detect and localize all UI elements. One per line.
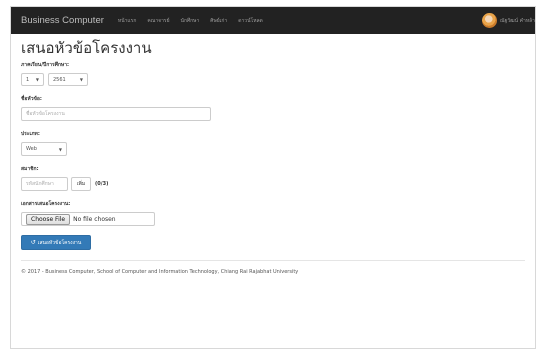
- footer-divider: [21, 260, 525, 261]
- topic-placeholder: ชื่อหัวข้อโครงงาน: [26, 111, 65, 117]
- type-select[interactable]: Web ▼: [21, 142, 67, 156]
- user-menu[interactable]: ณัฐวัฒน์ คำหล้า: [481, 7, 535, 34]
- type-label: ประเภท:: [21, 131, 40, 137]
- member-id-placeholder: รหัสนักศึกษา: [26, 181, 54, 187]
- chevron-down-icon: ▼: [58, 146, 62, 152]
- page-title: เสนอหัวข้อโครงงาน: [21, 39, 152, 57]
- year-value: 2561: [53, 76, 66, 83]
- avatar: [481, 13, 497, 28]
- top-navbar: Business Computer หน้าแรก คณาจารย์ นักศึ…: [11, 7, 535, 34]
- document-label: เอกสารเสนอโครงงาน:: [21, 201, 71, 207]
- year-select[interactable]: 2561 ▼: [48, 73, 88, 86]
- topic-input[interactable]: ชื่อหัวข้อโครงงาน: [21, 107, 211, 121]
- nav-link-alumni[interactable]: ศิษย์เก่า: [210, 17, 227, 25]
- choose-file-button[interactable]: Choose File: [26, 213, 71, 225]
- semester-label: ภาคเรียน/ปีการศึกษา:: [21, 62, 70, 68]
- nav-link-students[interactable]: นักศึกษา: [181, 17, 200, 25]
- members-label: สมาชิก:: [21, 166, 39, 172]
- nav-link-home[interactable]: หน้าแรก: [118, 17, 136, 25]
- nav-link-download[interactable]: ดาวน์โหลด: [238, 17, 263, 25]
- file-status: No file chosen: [73, 215, 116, 223]
- submit-icon: ↺: [30, 239, 36, 246]
- chevron-down-icon: ▼: [35, 77, 39, 82]
- submit-proposal-button[interactable]: ↺ เสนอหัวข้อโครงงาน: [21, 235, 91, 250]
- member-id-input[interactable]: รหัสนักศึกษา: [21, 177, 68, 191]
- member-count: (0/3): [95, 181, 109, 187]
- semester-select[interactable]: 1 ▼: [21, 73, 44, 86]
- main-content: เสนอหัวข้อโครงงาน ภาคเรียน/ปีการศึกษา: 1…: [21, 38, 525, 250]
- footer-text: © 2017 - Business Computer, School of Co…: [21, 269, 299, 275]
- chevron-down-icon: ▼: [79, 77, 83, 82]
- nav-link-faculty[interactable]: คณาจารย์: [147, 17, 169, 25]
- semester-value: 1: [26, 76, 30, 83]
- navbar-brand[interactable]: Business Computer: [21, 15, 104, 26]
- file-input[interactable]: Choose File No file chosen: [21, 212, 155, 226]
- browser-viewport: Business Computer หน้าแรก คณาจารย์ นักศึ…: [10, 6, 536, 349]
- user-name: ณัฐวัฒน์ คำหล้า: [499, 17, 535, 24]
- submit-label: เสนอหัวข้อโครงงาน: [37, 239, 82, 246]
- topic-label: ชื่อหัวข้อ:: [21, 96, 42, 102]
- type-value: Web: [26, 146, 37, 152]
- add-member-button[interactable]: เพิ่ม: [71, 177, 91, 191]
